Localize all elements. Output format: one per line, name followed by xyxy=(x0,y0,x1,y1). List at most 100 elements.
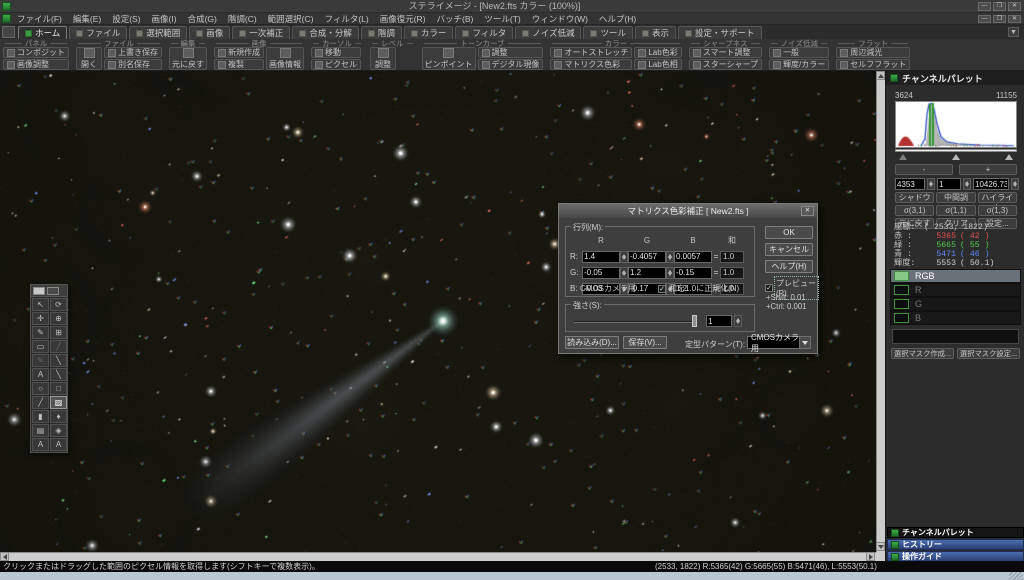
menu-item-10[interactable]: ツール(T) xyxy=(484,13,520,25)
ribbon-app-icon[interactable] xyxy=(2,26,15,38)
selection-mask-settings-button[interactable]: 選択マスク設定... xyxy=(957,348,1020,359)
menu-item-3[interactable]: 画像(I) xyxy=(152,13,177,25)
tool-zoom-rect[interactable]: ⊞ xyxy=(50,326,67,339)
level-button-0[interactable]: シャドウ xyxy=(895,192,934,203)
tool-zoom[interactable]: ⊕ xyxy=(50,312,67,325)
tool-pencil[interactable]: ✎ xyxy=(32,354,49,367)
load-button[interactable]: 読み込み(D)... xyxy=(565,336,619,349)
highlight-spinner[interactable] xyxy=(1011,178,1019,190)
open-button[interactable]: 開く xyxy=(76,47,102,70)
shadow-value-field[interactable] xyxy=(895,178,925,190)
toolbox-swatch-light[interactable] xyxy=(33,287,45,295)
channel-checkbox[interactable] xyxy=(894,313,909,323)
cursor-pixel-button[interactable]: ピクセル xyxy=(311,59,361,70)
menu-item-6[interactable]: 範囲選択(C) xyxy=(268,13,314,25)
doc-close-button[interactable]: ✕ xyxy=(1008,15,1021,23)
scroll-left-icon[interactable] xyxy=(0,552,9,561)
midtone-spinner[interactable] xyxy=(963,178,971,190)
tool-matrix[interactable]: ▨ xyxy=(50,396,67,409)
docked-tab-2[interactable]: 操作ガイド xyxy=(887,551,1024,561)
dialog-close-icon[interactable]: ✕ xyxy=(801,206,814,216)
strength-slider-thumb[interactable] xyxy=(692,315,697,327)
channel-checkbox[interactable] xyxy=(894,271,909,281)
noise-general-button[interactable]: 一般 xyxy=(769,47,829,58)
sigma-button-2[interactable]: σ(1,3) xyxy=(978,205,1017,216)
star-sharp-button[interactable]: スターシャープ xyxy=(689,59,762,70)
composite-button[interactable]: コンポジット xyxy=(3,47,69,58)
matrix-gr-field[interactable] xyxy=(582,267,620,279)
duplicate-button[interactable]: 複製 xyxy=(214,59,264,70)
docked-tab-1[interactable]: ヒストリー xyxy=(887,539,1024,550)
smart-sharpen-button[interactable]: スマート調整 xyxy=(689,47,762,58)
menu-item-0[interactable]: ファイル(F) xyxy=(17,13,62,25)
digital-development-button[interactable]: デジタル現像 xyxy=(478,59,544,70)
toolbox-swatch-dark[interactable] xyxy=(47,287,59,295)
matrix-rr-spinner[interactable] xyxy=(620,251,628,263)
tab-11[interactable]: 表示 xyxy=(635,26,676,39)
tool-line-b[interactable]: ╲ xyxy=(50,354,67,367)
matrix-rb-field[interactable] xyxy=(674,251,712,263)
tool-line-d[interactable]: ╱ xyxy=(32,396,49,409)
tool-line-c[interactable]: ╲ xyxy=(50,368,67,381)
tab-9[interactable]: ノイズ低減 xyxy=(515,26,581,39)
create-selection-mask-button[interactable]: 選択マスク作成... xyxy=(891,348,954,359)
histogram-chart[interactable] xyxy=(895,101,1017,148)
level-button-2[interactable]: ハイライト xyxy=(978,192,1017,203)
cursor-move-button[interactable]: 移動 xyxy=(311,47,361,58)
matrix-rr-field[interactable] xyxy=(582,251,620,263)
tool-stamp[interactable]: ♦ xyxy=(50,410,67,423)
tab-2[interactable]: 選択範囲 xyxy=(129,26,187,39)
tool-text-a[interactable]: A xyxy=(32,368,49,381)
noise-luminance-color-button[interactable]: 輝度/カラー xyxy=(769,59,829,70)
tool-line-a[interactable]: ╱ xyxy=(50,340,67,353)
help-button[interactable]: ヘルプ(H) xyxy=(765,260,813,273)
lab-hue-button[interactable]: Lab色相 xyxy=(634,59,681,70)
tone-adjust-button[interactable]: 調整 xyxy=(478,47,544,58)
tool-select[interactable]: ↖ xyxy=(32,298,49,311)
level-button-1[interactable]: 中間調 xyxy=(936,192,975,203)
range-plus-button[interactable]: + xyxy=(959,164,1017,175)
shadow-spinner[interactable] xyxy=(927,178,935,190)
normalize-checkbox[interactable]: ✓ 和を1.0に正規化(N) xyxy=(658,283,739,294)
tool-column[interactable]: ▮ xyxy=(32,410,49,423)
docked-tab-0[interactable]: チャンネルパレット xyxy=(887,527,1024,538)
tool-rect-select[interactable]: ▭ xyxy=(32,340,49,353)
highlight-slider-handle[interactable] xyxy=(1005,154,1013,160)
tool-gradient[interactable]: ▤ xyxy=(32,424,49,437)
tool-text-c[interactable]: A xyxy=(50,438,67,451)
tool-rotate[interactable]: ⟳ xyxy=(50,298,67,311)
restore-button[interactable]: ❐ xyxy=(993,2,1006,11)
channel-row-RGB[interactable]: RGB xyxy=(890,269,1021,283)
auto-stretch-button[interactable]: オートストレッチ xyxy=(550,47,632,58)
strength-spinner[interactable] xyxy=(734,315,742,327)
channel-checkbox[interactable] xyxy=(894,299,909,309)
range-minus-button[interactable]: - xyxy=(895,164,953,175)
self-flat-button[interactable]: セルフフラット xyxy=(836,59,910,70)
matrix-gg-field[interactable] xyxy=(628,267,666,279)
menu-item-8[interactable]: 画像復元(R) xyxy=(380,13,426,25)
menu-item-11[interactable]: ウィンドウ(W) xyxy=(532,13,588,25)
menu-item-12[interactable]: ヘルプ(H) xyxy=(599,13,636,25)
save-overwrite-button[interactable]: 上書き保存 xyxy=(104,47,162,58)
new-image-button[interactable]: 新規作成 xyxy=(214,47,264,58)
save-button[interactable]: 保存(V)... xyxy=(623,336,667,349)
image-info-button[interactable]: 画像情報 xyxy=(266,47,304,70)
pin-toolbar-icon[interactable]: ▼ xyxy=(1008,27,1019,37)
horizontal-scrollbar[interactable] xyxy=(0,552,876,561)
matrix-gb-field[interactable] xyxy=(674,267,712,279)
menu-item-4[interactable]: 合成(G) xyxy=(188,13,217,25)
matrix-color-button[interactable]: マトリクス色彩 xyxy=(550,59,632,70)
image-adjust-button[interactable]: 画像調整 xyxy=(3,59,69,70)
shadow-slider-handle[interactable] xyxy=(899,154,907,160)
midtone-slider-handle[interactable] xyxy=(952,154,960,160)
menu-item-1[interactable]: 編集(E) xyxy=(73,13,101,25)
tool-palette-header[interactable] xyxy=(31,285,67,297)
save-as-button[interactable]: 別名保存 xyxy=(104,59,162,70)
sigma-button-0[interactable]: σ(3,1) xyxy=(895,205,934,216)
panel-header[interactable]: チャンネルパレット xyxy=(886,71,1024,85)
tool-pan[interactable]: ✛ xyxy=(32,312,49,325)
scroll-right-icon[interactable] xyxy=(866,552,875,561)
strength-slider[interactable] xyxy=(574,321,698,323)
menu-item-2[interactable]: 設定(S) xyxy=(112,13,140,25)
channel-row-R[interactable]: R xyxy=(890,283,1021,297)
